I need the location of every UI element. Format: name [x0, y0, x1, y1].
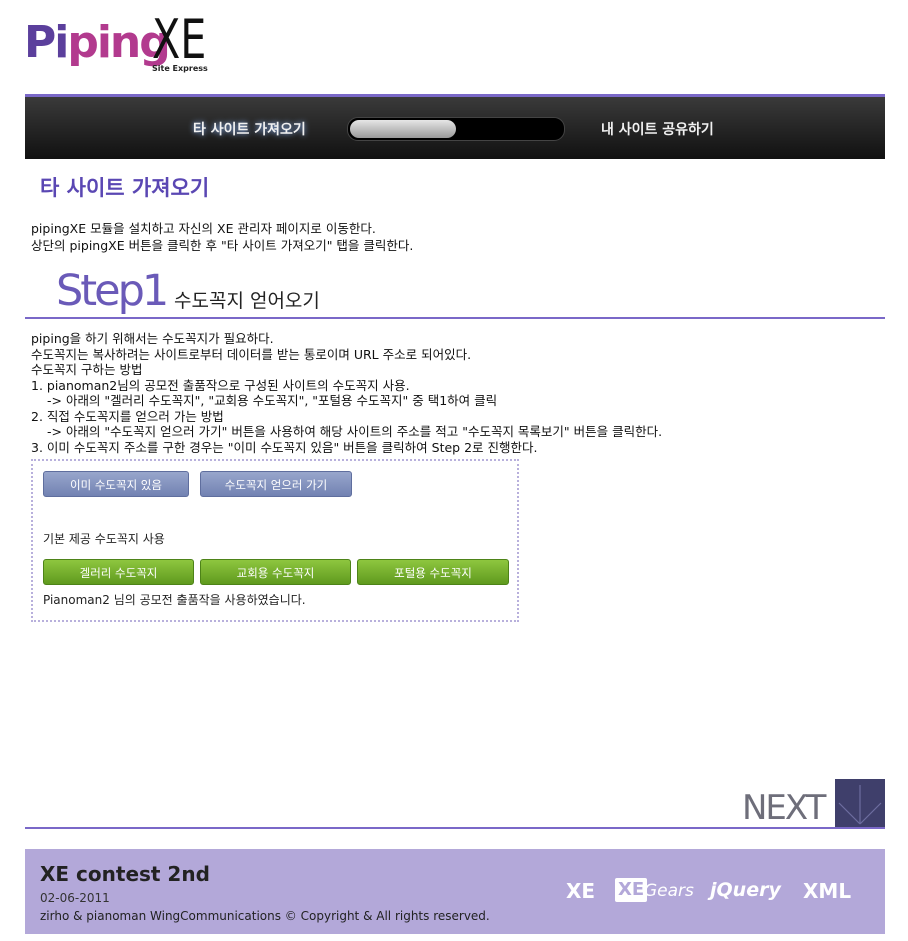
xml-logo: XML: [803, 879, 852, 903]
footer: XE contest 2nd 02-06-2011 zirho & pianom…: [25, 849, 885, 934]
jquery-logo: jQuery: [710, 879, 781, 901]
logo-xe-text: XE: [152, 8, 207, 71]
page-title: 타 사이트 가져오기: [40, 176, 210, 200]
footer-date: 02-06-2011: [40, 891, 110, 905]
instruction-line: -> 아래의 "수도꼭지 얻으러 가기" 버튼을 사용하여 해당 사이트의 주소…: [47, 424, 663, 439]
xe-gears-logo-text: Gears: [644, 881, 694, 901]
get-faucet-button[interactable]: 수도꼭지 얻으러 가기: [200, 471, 352, 497]
tab-share-site[interactable]: 내 사이트 공유하기: [601, 119, 714, 139]
progress-bar: [347, 117, 565, 141]
arrow-down-icon: [838, 785, 882, 825]
tab-import-site[interactable]: 타 사이트 가져오기: [193, 119, 306, 139]
portal-faucet-button[interactable]: 포털용 수도꼭지: [357, 559, 509, 585]
panel-note: Pianoman2 님의 공모전 출품작을 사용하였습니다.: [43, 593, 306, 607]
step-title: 수도꼭지 얻어오기: [174, 290, 320, 312]
logo-tagline: Site Express: [152, 64, 208, 73]
divider: [25, 827, 885, 829]
footer-copyright: zirho & pianoman WingCommunications © Co…: [40, 909, 490, 923]
progress-bar-fill: [350, 120, 456, 138]
instruction-line: -> 아래의 "겔러리 수도꼭지", "교회용 수도꼭지", "포털용 수도꼭지…: [47, 393, 498, 408]
xe-gears-logo-badge: XE: [615, 878, 648, 902]
intro-text: pipingXE 모듈을 설치하고 자신의 XE 관리자 페이지로 이동한다. …: [31, 220, 413, 254]
divider: [25, 317, 885, 319]
next-button[interactable]: [835, 779, 885, 829]
instruction-line: 3. 이미 수도꼭지 주소를 구한 경우는 "이미 수도꼭지 있음" 버튼을 클…: [31, 439, 538, 455]
instruction-line: 1. pianoman2님의 공모전 출품작으로 구성된 사이트의 수도꼭지 사…: [31, 377, 410, 393]
step-navigation-bar: 타 사이트 가져오기 내 사이트 공유하기: [25, 94, 885, 159]
xe-logo: XE: [566, 879, 596, 903]
gallery-faucet-button[interactable]: 겔러리 수도꼭지: [43, 559, 194, 585]
site-logo[interactable]: Piping XE Site Express: [24, 10, 224, 84]
instruction-line: piping을 하기 위해서는 수도꼭지가 필요하다.: [31, 331, 274, 346]
instruction-line: 2. 직접 수도꼭지를 얻으러 가는 방법: [31, 408, 224, 424]
next-label[interactable]: NEXT: [742, 788, 826, 828]
faucet-panel: 이미 수도꼭지 있음 수도꼭지 얻으러 가기 기본 제공 수도꼭지 사용 겔러리…: [31, 459, 519, 622]
step-number: Step1: [56, 266, 169, 316]
default-faucet-caption: 기본 제공 수도꼭지 사용: [43, 532, 165, 546]
logo-piping-text: Piping: [24, 17, 171, 68]
footer-title: XE contest 2nd: [40, 862, 210, 886]
already-have-faucet-button[interactable]: 이미 수도꼭지 있음: [43, 471, 189, 497]
instruction-line: 수도꼭지는 복사하려는 사이트로부터 데이터를 받는 통로이며 URL 주소로 …: [31, 346, 472, 362]
church-faucet-button[interactable]: 교회용 수도꼭지: [200, 559, 351, 585]
instruction-line: 수도꼭지 구하는 방법: [31, 362, 143, 377]
intro-line: 상단의 pipingXE 버튼을 클릭한 후 "타 사이트 가져오기" 탭을 클…: [31, 238, 414, 253]
instructions: piping을 하기 위해서는 수도꼭지가 필요하다. 수도꼭지는 복사하려는 …: [31, 331, 662, 455]
intro-line: pipingXE 모듈을 설치하고 자신의 XE 관리자 페이지로 이동한다.: [31, 221, 376, 236]
